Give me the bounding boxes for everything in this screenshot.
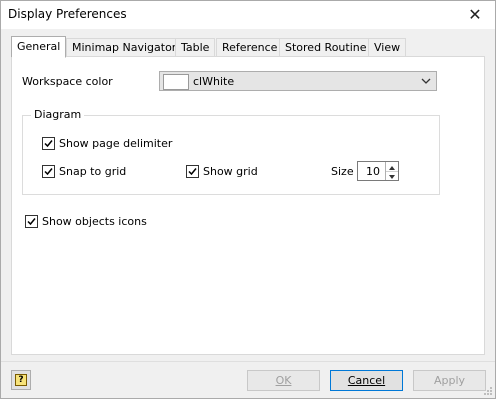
close-icon: ✕ [468, 5, 482, 24]
cancel-button-label: Cancel [347, 374, 386, 387]
spinner-buttons [385, 162, 398, 180]
checkmark-icon [27, 218, 36, 226]
diagram-group-label: Diagram [31, 108, 85, 121]
window-title: Display Preferences [8, 7, 127, 21]
tab-stored-routine[interactable]: Stored Routine [279, 38, 373, 56]
tab-reference[interactable]: Reference [216, 38, 284, 56]
help-button[interactable]: ? [11, 370, 31, 390]
checkmark-icon [188, 168, 197, 176]
size-label: Size [331, 165, 354, 178]
tab-general[interactable]: General [11, 36, 67, 58]
show-page-delimiter-checkbox[interactable] [42, 137, 55, 150]
tab-minimap-navigator[interactable]: Minimap Navigator [66, 38, 183, 56]
title-bar: Display Preferences ✕ [1, 1, 495, 29]
snap-to-grid-label[interactable]: Snap to grid [59, 165, 126, 178]
workspace-color-select[interactable]: clWhite [159, 71, 437, 91]
ok-button-label: OK [275, 374, 292, 387]
checkmark-icon [44, 140, 53, 148]
resize-grip-icon[interactable] [483, 386, 493, 396]
diagram-group: Diagram [22, 108, 440, 195]
show-page-delimiter-label[interactable]: Show page delimiter [59, 137, 172, 150]
tab-table[interactable]: Table [175, 38, 216, 56]
show-objects-icons-label[interactable]: Show objects icons [42, 215, 147, 228]
spinner-down-button[interactable] [386, 171, 398, 180]
general-panel: Workspace color clWhite Diagram Show pag… [11, 56, 485, 355]
show-objects-icons-checkbox[interactable] [25, 215, 38, 228]
workspace-color-label: Workspace color [22, 75, 113, 88]
triangle-down-icon [389, 175, 395, 179]
close-button[interactable]: ✕ [455, 1, 495, 29]
apply-button-label: Apply [433, 374, 466, 387]
show-grid-checkbox[interactable] [186, 165, 199, 178]
ok-button[interactable]: OK [247, 370, 320, 391]
cancel-button[interactable]: Cancel [330, 370, 403, 391]
dialog-window: Display Preferences ✕ General Minimap Na… [0, 0, 496, 399]
footer-divider [1, 361, 495, 362]
size-value[interactable]: 10 [366, 165, 380, 178]
color-swatch [163, 74, 189, 90]
help-icon: ? [15, 374, 27, 386]
chevron-down-icon [421, 78, 431, 84]
checkmark-icon [44, 168, 53, 176]
snap-to-grid-checkbox[interactable] [42, 165, 55, 178]
show-grid-label[interactable]: Show grid [203, 165, 258, 178]
tab-view[interactable]: View [368, 38, 407, 56]
apply-button[interactable]: Apply [413, 370, 486, 391]
workspace-color-value: clWhite [193, 75, 235, 88]
size-spinner[interactable]: 10 [357, 161, 399, 181]
